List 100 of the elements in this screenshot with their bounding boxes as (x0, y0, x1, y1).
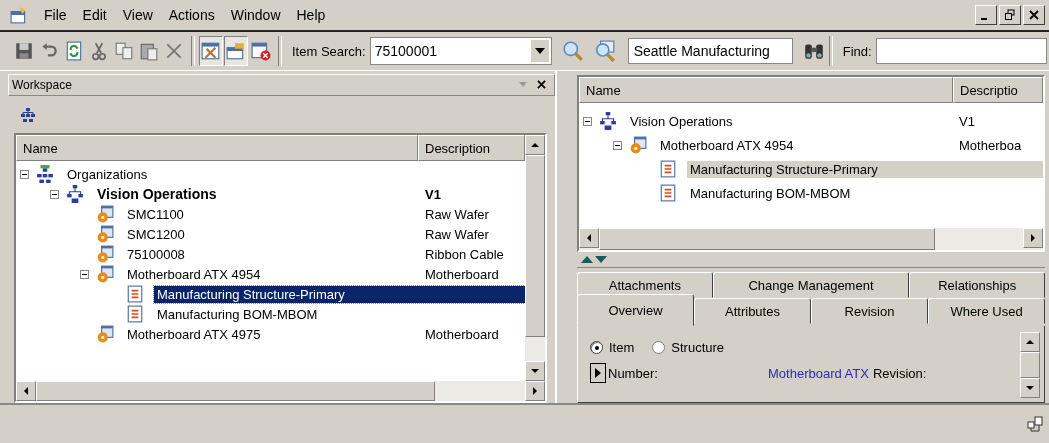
menu-item[interactable]: Actions (160, 7, 223, 23)
window-error-icon (251, 41, 271, 61)
document-icon (659, 160, 677, 178)
item-search-field[interactable]: 75100001 (369, 37, 552, 65)
minimize-icon (981, 18, 987, 20)
menu-item[interactable]: File (36, 7, 75, 23)
expand-toggle[interactable] (20, 169, 32, 179)
minimize-button[interactable] (975, 5, 997, 25)
tab[interactable]: Change Management (712, 272, 910, 298)
tree-item[interactable]: Organizations (64, 165, 151, 183)
scroll-down-button[interactable] (525, 361, 545, 381)
menu-item[interactable]: Edit (74, 7, 115, 23)
tree-item[interactable]: 75100008 (124, 245, 188, 263)
tree-item[interactable]: Manufacturing Structure-Primary (687, 160, 1043, 178)
column-header[interactable]: Descriptio (953, 77, 1043, 103)
description-cell-text: V1 (958, 113, 976, 129)
horizontal-scrollbar[interactable] (16, 381, 545, 401)
scroll-right-button[interactable] (525, 381, 545, 401)
vertical-scrollbar[interactable] (525, 135, 545, 381)
search-icon[interactable] (561, 40, 584, 62)
description-cell-text: V1 (424, 186, 442, 202)
horizontal-scrollbar[interactable] (579, 227, 1043, 250)
gear-window-icon (96, 265, 114, 284)
tree-item[interactable]: Vision Operations (94, 185, 220, 204)
expand-button[interactable] (590, 363, 606, 383)
menu-item[interactable]: Window (222, 7, 289, 23)
document-icon (659, 184, 677, 202)
description-cell-text: Motherboard (424, 326, 500, 342)
number-value: Motherboard ATX (768, 365, 869, 381)
document-icon (126, 305, 144, 324)
scroll-right-button[interactable] (1023, 227, 1043, 248)
find-field[interactable] (875, 38, 1047, 64)
scroll-up-button[interactable] (525, 135, 545, 156)
tree-item[interactable]: SMC1200 (124, 225, 188, 243)
tree-item[interactable]: Motherboard ATX 4975 (124, 325, 264, 343)
splitter-arrows-icon[interactable] (581, 255, 607, 264)
column-header[interactable]: Name (579, 77, 953, 103)
tools-button[interactable] (199, 36, 223, 66)
scroll-left-button[interactable] (579, 227, 599, 248)
scroll-up-button[interactable] (1020, 332, 1040, 352)
clipboard-icon (139, 41, 159, 61)
find-label: Find: (842, 43, 872, 59)
caret-right-icon (533, 387, 537, 395)
tree-item[interactable]: Manufacturing BOM-MBOM (687, 184, 854, 202)
radio-button[interactable]: Structure (652, 340, 725, 355)
gear-window-icon (96, 225, 114, 244)
org-chart-icon[interactable] (20, 106, 36, 123)
caret-up-icon (1026, 340, 1034, 344)
location-field[interactable]: Seattle Manufacturing (627, 38, 793, 64)
hierarchy-icon (66, 185, 84, 204)
tree-item[interactable]: Motherboard ATX 4954 (657, 136, 797, 154)
folder-window-icon (226, 41, 246, 61)
gear-window-icon (96, 325, 114, 344)
org-chart-icon (36, 165, 54, 184)
menu-item[interactable]: Help (288, 7, 334, 23)
document-icon (126, 285, 144, 304)
column-header[interactable]: Description (418, 135, 525, 162)
gear-window-icon (96, 205, 114, 224)
folder-button[interactable] (224, 36, 248, 66)
radio-button[interactable]: Item (590, 340, 635, 355)
menu-item[interactable]: View (114, 7, 161, 23)
description-cell-text: Raw Wafer (424, 226, 490, 242)
tab[interactable]: Attributes (694, 298, 811, 324)
app-icon[interactable] (10, 6, 28, 24)
tab[interactable]: Revision (811, 298, 928, 324)
restore-button[interactable] (999, 5, 1021, 25)
description-cell-text: Raw Wafer (424, 206, 490, 222)
tools-window-icon (201, 41, 221, 61)
tab[interactable]: Overview (577, 294, 694, 326)
restore-icon (1004, 9, 1016, 21)
revision-label: Revision: (872, 365, 927, 381)
caret-down-icon (1026, 386, 1034, 390)
scroll-left-button[interactable] (16, 381, 36, 401)
refresh-icon (64, 41, 84, 61)
expand-toggle[interactable] (613, 140, 625, 150)
caret-right-icon (595, 368, 601, 378)
gear-window-icon (96, 245, 114, 264)
close-icon[interactable] (537, 80, 546, 90)
tree-item[interactable]: Vision Operations (627, 112, 736, 130)
close-button[interactable] (1023, 5, 1045, 25)
scissors-icon (89, 41, 109, 61)
dropdown-arrow-icon (534, 48, 545, 54)
expand-toggle[interactable] (50, 189, 62, 199)
close-icon (1028, 9, 1040, 21)
tree-item[interactable]: Manufacturing Structure-Primary (154, 285, 525, 303)
search-window-icon[interactable] (593, 40, 616, 62)
tree-item[interactable]: SMC1100 (124, 205, 187, 223)
caret-right-icon (1031, 233, 1035, 242)
tree-item[interactable]: Motherboard ATX 4954 (124, 265, 264, 283)
scroll-down-button[interactable] (1020, 378, 1040, 398)
tab[interactable]: Where Used (928, 298, 1045, 324)
caret-down-icon (531, 369, 539, 373)
expand-toggle[interactable] (80, 269, 92, 279)
expand-toggle[interactable] (583, 116, 595, 126)
workspace-title: Workspace (12, 77, 73, 92)
column-header[interactable]: Name (16, 135, 418, 162)
caret-up-icon (531, 143, 539, 148)
network-icon (1027, 416, 1043, 432)
tab[interactable]: Relationships (909, 272, 1045, 298)
tree-item[interactable]: Manufacturing BOM-MBOM (154, 305, 321, 323)
